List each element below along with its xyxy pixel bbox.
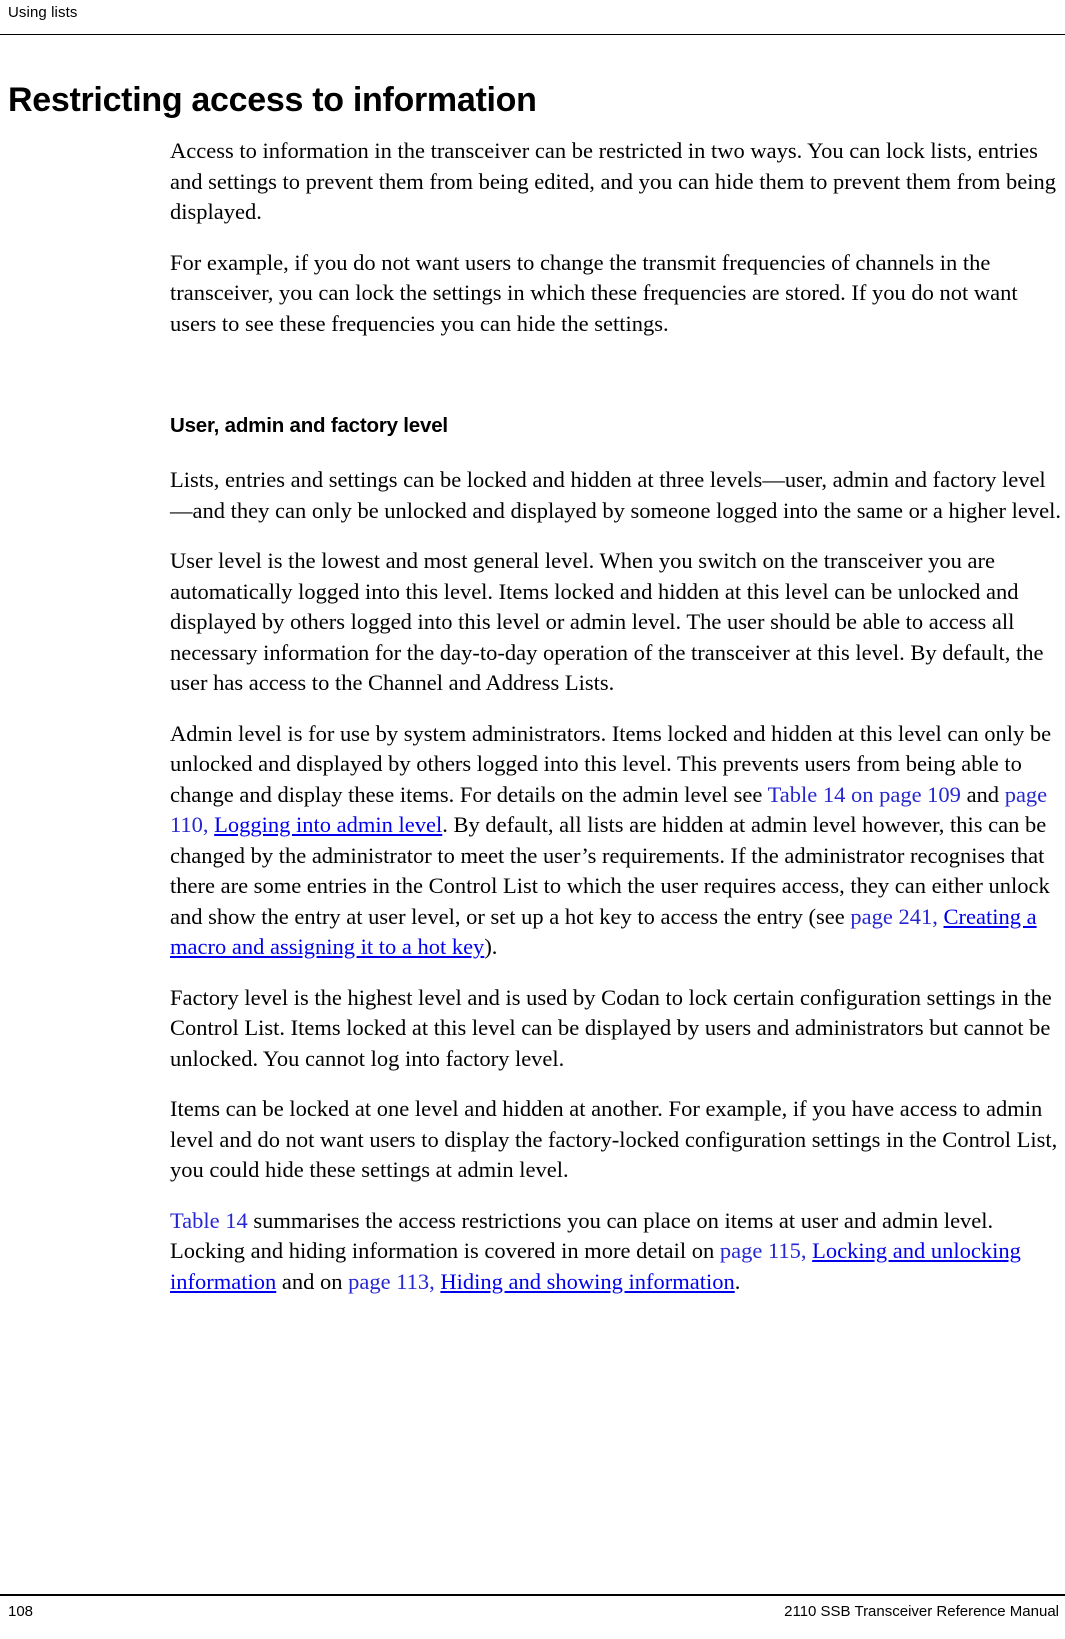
paragraph-intro-2: For example, if you do not want users to… bbox=[170, 249, 1018, 336]
running-header-text: Using lists bbox=[8, 4, 78, 21]
footer-divider bbox=[0, 1594, 1065, 1596]
paragraph-admin-level: Admin level is for use by system adminis… bbox=[170, 719, 1063, 963]
page-footer: 108 2110 SSB Transceiver Reference Manua… bbox=[0, 1602, 1065, 1632]
running-header: Using lists bbox=[8, 4, 1057, 34]
link-table-14-page-109[interactable]: Table 14 on page 109 bbox=[768, 782, 961, 807]
paragraph-factory-level: Factory level is the highest level and i… bbox=[170, 984, 1052, 1071]
link-page-113[interactable]: page 113, bbox=[348, 1269, 440, 1294]
page-title: Restricting access to information bbox=[8, 80, 537, 119]
paragraph-table-14-summary: Table 14 summarises the access restricti… bbox=[170, 1206, 1063, 1298]
footer-manual-title: 2110 SSB Transceiver Reference Manual bbox=[784, 1603, 1059, 1620]
footer-page-number: 108 bbox=[8, 1603, 34, 1620]
paragraph-levels-overview: Lists, entries and settings can be locke… bbox=[170, 467, 1062, 523]
link-table-14[interactable]: Table 14 bbox=[170, 1208, 248, 1233]
link-logging-into-admin-level[interactable]: Logging into admin level bbox=[214, 812, 442, 837]
admin-level-text-4: ). bbox=[484, 934, 498, 959]
paragraph-user-level: User level is the lowest and most genera… bbox=[170, 548, 1044, 695]
summary-text-3: . bbox=[734, 1268, 741, 1294]
paragraph-lock-hide-combination: Items can be locked at one level and hid… bbox=[170, 1096, 1058, 1182]
document-content: Access to information in the transceiver… bbox=[170, 136, 1063, 1317]
summary-text-2: and on bbox=[276, 1268, 349, 1294]
admin-level-text-2: and bbox=[960, 781, 1005, 807]
link-page-241[interactable]: page 241, bbox=[850, 904, 943, 929]
section-heading-user-admin-factory-level: User, admin and factory level bbox=[170, 414, 448, 437]
paragraph-intro-1: Access to information in the transceiver… bbox=[170, 138, 1057, 224]
link-page-115[interactable]: page 115, bbox=[720, 1238, 812, 1263]
header-divider bbox=[0, 34, 1065, 35]
link-hiding-and-showing-information[interactable]: Hiding and showing information bbox=[440, 1269, 734, 1294]
